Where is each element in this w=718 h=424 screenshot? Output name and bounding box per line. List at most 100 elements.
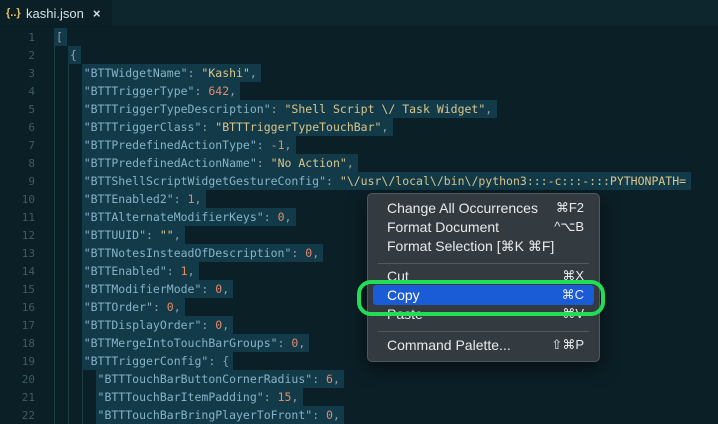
code-token: "": [159, 228, 174, 242]
code-token: 0: [277, 210, 285, 224]
menu-item-shortcut: ⌘F2: [555, 200, 584, 215]
code-token: ,: [485, 102, 493, 116]
code-line[interactable]: "BTTPredefinedActionName": "No Action",: [56, 154, 354, 172]
code-line[interactable]: "BTTTouchBarItemPadding": 15,: [56, 388, 299, 406]
code-line[interactable]: "BTTTouchBarBringPlayerToFront": 0,: [56, 406, 340, 424]
code-token: "BTTTriggerType": [56, 84, 195, 98]
menu-item-format-document[interactable]: Format Document ^⌥B: [373, 217, 594, 237]
code-token: "BTTTouchBarButtonCornerRadius": [56, 372, 313, 386]
close-icon[interactable]: ×: [93, 6, 101, 21]
line-number: 15: [21, 283, 35, 296]
menu-item-format-selection[interactable]: Format Selection [⌘K ⌘F]: [373, 236, 594, 256]
tab-kashi-json[interactable]: {..} kashi.json ×: [0, 0, 112, 26]
menu-item-label: Command Palette...: [387, 337, 511, 353]
code-token: "BTTTouchBarItemPadding": [56, 390, 264, 404]
code-token: :: [312, 372, 327, 386]
tab-bar: {..} kashi.json ×: [0, 0, 718, 27]
menu-item-label: Format Document: [387, 219, 500, 235]
line-number: 5: [28, 103, 35, 116]
code-token: "BTTTriggerClass": [56, 120, 202, 134]
code-line[interactable]: [: [56, 28, 63, 46]
code-token: ,: [187, 264, 195, 278]
menu-item-shortcut: ^⌥B: [554, 219, 584, 234]
code-token: ,: [222, 282, 230, 296]
code-token: :: [312, 408, 327, 422]
code-line[interactable]: "BTTShellScriptWidgetGestureConfig": "\/…: [56, 172, 686, 190]
code-token: "BTTWidgetName": [56, 66, 188, 80]
code-token: "BTTShellScriptWidgetGestureConfig": [56, 174, 327, 188]
code-line[interactable]: "BTTTriggerClass": "BTTTriggerTypeTouchB…: [56, 118, 389, 136]
code-token: ,: [332, 372, 340, 386]
code-token: :: [201, 318, 216, 332]
code-token: :: [277, 336, 292, 350]
code-token: "BTTPredefinedActionType": [56, 138, 257, 152]
line-number: 21: [21, 391, 35, 404]
code-token: ,: [291, 390, 299, 404]
code-token: "BTTModifierMode": [56, 282, 202, 296]
code-token: "BTTUUID": [56, 228, 147, 242]
code-token: :: [201, 282, 216, 296]
line-number: 22: [21, 409, 35, 422]
line-number: 17: [21, 319, 35, 332]
code-line[interactable]: "BTTTriggerConfig": {: [56, 352, 229, 370]
copy-highlight-ring: [357, 280, 605, 316]
line-number: 2: [28, 49, 35, 62]
code-token: :: [291, 246, 306, 260]
line-number: 10: [21, 193, 35, 206]
code-token: :: [263, 390, 278, 404]
code-line[interactable]: "BTTAlternateModifierKeys": 0,: [56, 208, 292, 226]
code-token: 0: [166, 300, 174, 314]
code-line[interactable]: "BTTOrder": 0,: [56, 298, 181, 316]
menu-item-command-palette[interactable]: Command Palette... ⇧⌘P: [373, 335, 594, 355]
menu-separator: [378, 331, 589, 332]
line-number: 3: [28, 67, 35, 80]
code-token: :: [194, 84, 209, 98]
code-line[interactable]: {: [56, 46, 77, 64]
menu-item-change-all-occurrences[interactable]: Change All Occurrences ⌘F2: [373, 198, 594, 218]
code-line[interactable]: "BTTMergeIntoTouchBarGroups": 0,: [56, 334, 306, 352]
code-token: "BTTTriggerTypeTouchBar": [215, 120, 382, 134]
code-token: ,: [284, 138, 292, 152]
code-token: ,: [249, 66, 257, 80]
code-token: "BTTTouchBarBringPlayerToFront": [56, 408, 313, 422]
code-token: "Kashi": [201, 66, 250, 80]
code-token: ,: [284, 210, 292, 224]
code-token: :: [270, 102, 285, 116]
code-line[interactable]: "BTTTriggerTypeDescription": "Shell Scri…: [56, 100, 493, 118]
code-line[interactable]: "BTTPredefinedActionType": -1,: [56, 136, 292, 154]
code-line[interactable]: "BTTTriggerType": 642,: [56, 82, 236, 100]
code-token: "BTTPredefinedActionName": [56, 156, 257, 170]
line-number: 18: [21, 337, 35, 350]
code-line[interactable]: "BTTModifierMode": 0,: [56, 280, 229, 298]
code-token: ,: [298, 336, 306, 350]
code-line[interactable]: "BTTEnabled": 1,: [56, 262, 195, 280]
line-number: 19: [21, 355, 35, 368]
code-line[interactable]: "BTTUUID": "",: [56, 226, 181, 244]
code-token: "\/usr\/local\/bin\/python3:::-c:::-:::P…: [339, 174, 687, 188]
line-number: 1: [28, 31, 35, 44]
code-line[interactable]: "BTTDisplayOrder": 0,: [56, 316, 229, 334]
code-token: :: [256, 156, 271, 170]
code-token: ,: [194, 192, 202, 206]
line-number: 16: [21, 301, 35, 314]
code-token: "BTTEnabled2": [56, 192, 174, 206]
code-line[interactable]: "BTTWidgetName": "Kashi",: [56, 64, 257, 82]
code-token: :: [187, 66, 202, 80]
line-number: 8: [28, 157, 35, 170]
code-token: "BTTTriggerConfig": [56, 354, 209, 368]
code-token: :: [263, 210, 278, 224]
code-token: ,: [346, 156, 354, 170]
code-token: 1: [187, 192, 195, 206]
code-token: :: [201, 120, 216, 134]
line-number: 14: [21, 265, 35, 278]
code-line[interactable]: "BTTNotesInsteadOfDescription": 0,: [56, 244, 319, 262]
code-editor[interactable]: 1 2 3 4 5 6 7 8 9 10 11 12 13 14 15 16 17 18 19 20 21 22 [ { …: [0, 27, 718, 424]
code-token: ,: [222, 318, 230, 332]
code-line[interactable]: "BTTEnabled2": 1,: [56, 190, 202, 208]
code-line[interactable]: "BTTTouchBarButtonCornerRadius": 6,: [56, 370, 340, 388]
code-token: :: [152, 300, 167, 314]
code-token: ,: [312, 246, 320, 260]
line-number: 6: [28, 121, 35, 134]
code-token: ,: [229, 84, 237, 98]
line-number: 11: [21, 211, 35, 224]
